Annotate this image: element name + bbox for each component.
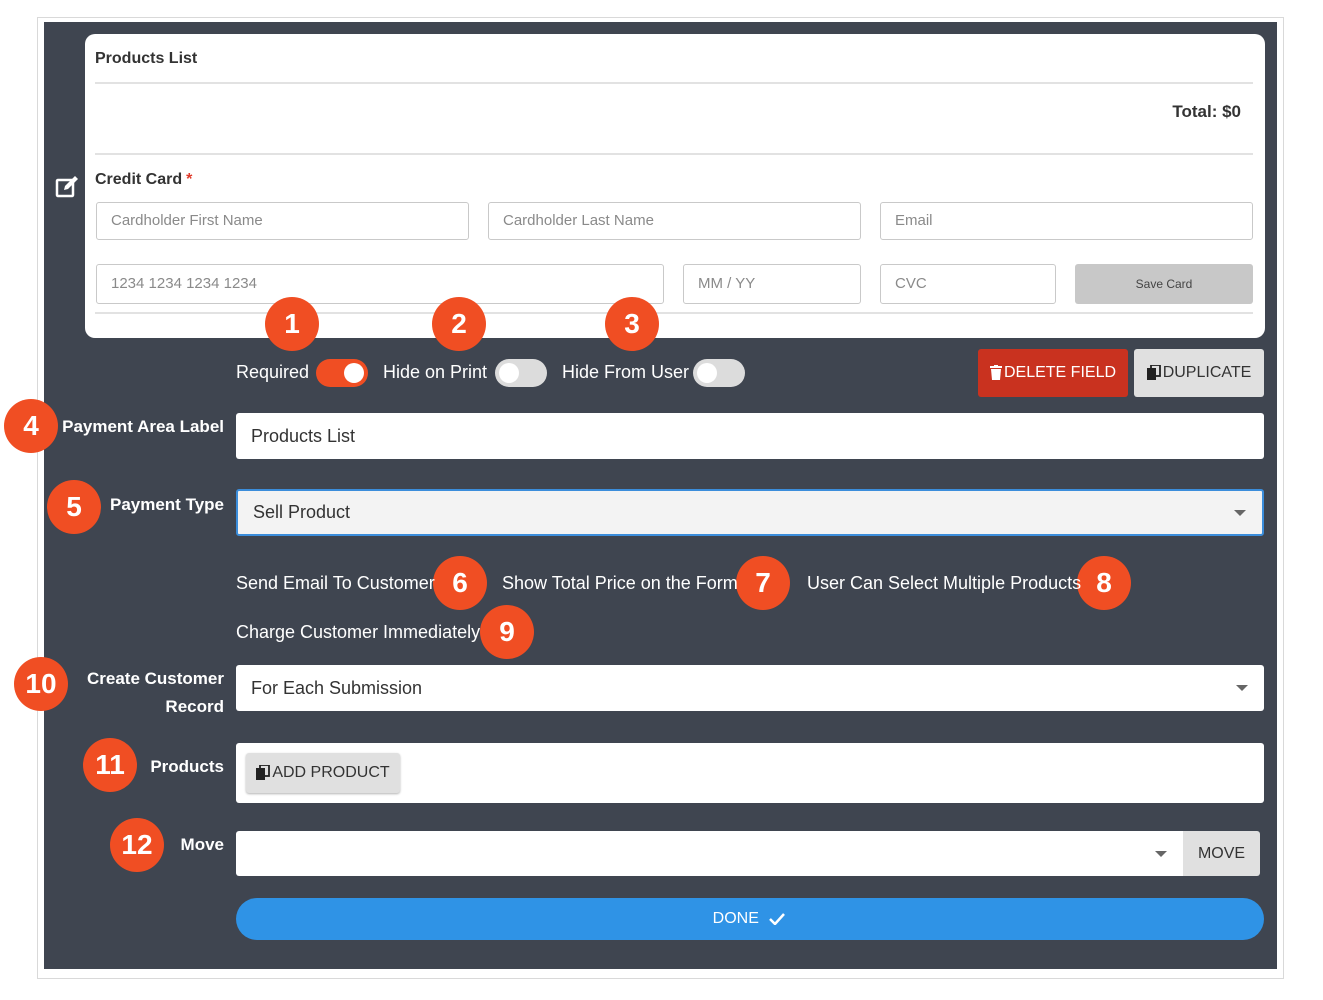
expiry-input[interactable]: MM / YY xyxy=(683,264,861,304)
callout-badge: 7 xyxy=(736,556,790,610)
checkmark-icon xyxy=(769,912,786,925)
divider xyxy=(95,153,1253,155)
create-customer-record-select[interactable]: For Each Submission xyxy=(236,665,1264,711)
send-email-option[interactable]: Send Email To Customer xyxy=(236,573,435,594)
cardholder-last-name-input[interactable]: Cardholder Last Name xyxy=(488,202,861,240)
cardholder-first-name-input[interactable]: Cardholder First Name xyxy=(96,202,469,240)
card-number-input[interactable]: 1234 1234 1234 1234 xyxy=(96,264,664,304)
hide-on-print-toggle[interactable] xyxy=(495,359,547,387)
create-customer-record-value: For Each Submission xyxy=(251,678,423,698)
preview-title: Products List xyxy=(95,50,198,67)
trash-icon xyxy=(989,365,1002,381)
callout-badge: 6 xyxy=(433,556,487,610)
toggle-knob xyxy=(697,363,717,383)
email-input[interactable]: Email xyxy=(880,202,1253,240)
payment-type-select[interactable]: Sell Product xyxy=(236,489,1264,536)
field-preview-card: Products List Total: $0 Credit Card * Car… xyxy=(85,34,1265,338)
callout-badge: 3 xyxy=(605,297,659,351)
add-product-button[interactable]: ADD PRODUCT xyxy=(246,753,400,793)
credit-card-label-text: Credit Card xyxy=(95,171,183,188)
add-product-label: ADD PRODUCT xyxy=(272,764,390,781)
create-customer-record-label-line1: Create Customer xyxy=(87,669,224,688)
chevron-down-icon xyxy=(1236,685,1248,691)
required-toggle[interactable] xyxy=(316,359,368,387)
products-field: ADD PRODUCT xyxy=(236,743,1264,803)
credit-card-label: Credit Card * xyxy=(95,171,192,189)
show-total-option[interactable]: Show Total Price on the Form xyxy=(502,573,738,594)
payment-area-label-label: Payment Area Label xyxy=(62,417,224,436)
hide-from-user-toggle-label: Hide From User xyxy=(562,362,690,382)
divider xyxy=(95,82,1253,84)
callout-badge: 2 xyxy=(432,297,486,351)
done-button[interactable]: DONE xyxy=(236,898,1264,940)
total-label: Total: $0 xyxy=(1172,102,1241,121)
done-label: DONE xyxy=(712,910,759,927)
products-label: Products xyxy=(150,757,224,776)
copy-icon xyxy=(256,765,271,781)
delete-field-button[interactable]: DELETE FIELD xyxy=(978,349,1128,397)
required-toggle-label: Required xyxy=(236,362,310,382)
multiple-products-option[interactable]: User Can Select Multiple Products xyxy=(807,573,1081,594)
duplicate-label: DUPLICATE xyxy=(1162,364,1252,381)
delete-field-label: DELETE FIELD xyxy=(1003,364,1117,381)
cvc-input[interactable]: CVC xyxy=(880,264,1056,304)
chevron-down-icon xyxy=(1155,850,1167,857)
move-label: Move xyxy=(180,835,224,854)
toggle-knob xyxy=(344,363,364,383)
chevron-down-icon xyxy=(1234,509,1246,516)
toggle-knob xyxy=(499,363,519,383)
callout-badge: 8 xyxy=(1077,556,1131,610)
move-button[interactable]: MOVE xyxy=(1183,831,1260,876)
payment-type-value: Sell Product xyxy=(253,502,351,522)
callout-badge: 1 xyxy=(265,297,319,351)
payment-area-label-input[interactable]: Products List xyxy=(236,413,1264,459)
duplicate-button[interactable]: DUPLICATE xyxy=(1134,349,1264,397)
copy-icon xyxy=(1146,365,1161,381)
hide-on-print-toggle-label: Hide on Print xyxy=(383,362,488,382)
required-mark: * xyxy=(186,171,193,188)
callout-badge: 9 xyxy=(480,605,534,659)
hide-from-user-toggle[interactable] xyxy=(693,359,745,387)
edit-icon[interactable] xyxy=(54,174,80,200)
create-customer-record-label-line2: Record xyxy=(165,697,224,716)
move-select[interactable] xyxy=(236,831,1183,876)
charge-immediately-option[interactable]: Charge Customer Immediately xyxy=(236,622,480,643)
create-customer-record-label: Create Customer Record xyxy=(34,665,224,721)
save-card-button[interactable]: Save Card xyxy=(1075,264,1253,304)
payment-type-label: Payment Type xyxy=(109,495,224,514)
